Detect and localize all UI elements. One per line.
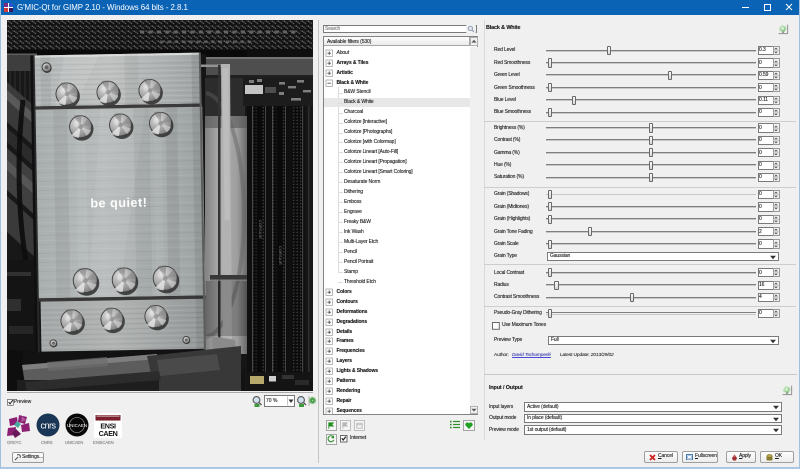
svg-text:CORSAIR: CORSAIR [278, 246, 282, 265]
svg-text:be quiet!: be quiet! [90, 196, 147, 211]
svg-text:CAEN: CAEN [99, 429, 118, 438]
svg-text:CORSAIR: CORSAIR [258, 220, 262, 239]
svg-text:cnrs: cnrs [40, 421, 56, 431]
